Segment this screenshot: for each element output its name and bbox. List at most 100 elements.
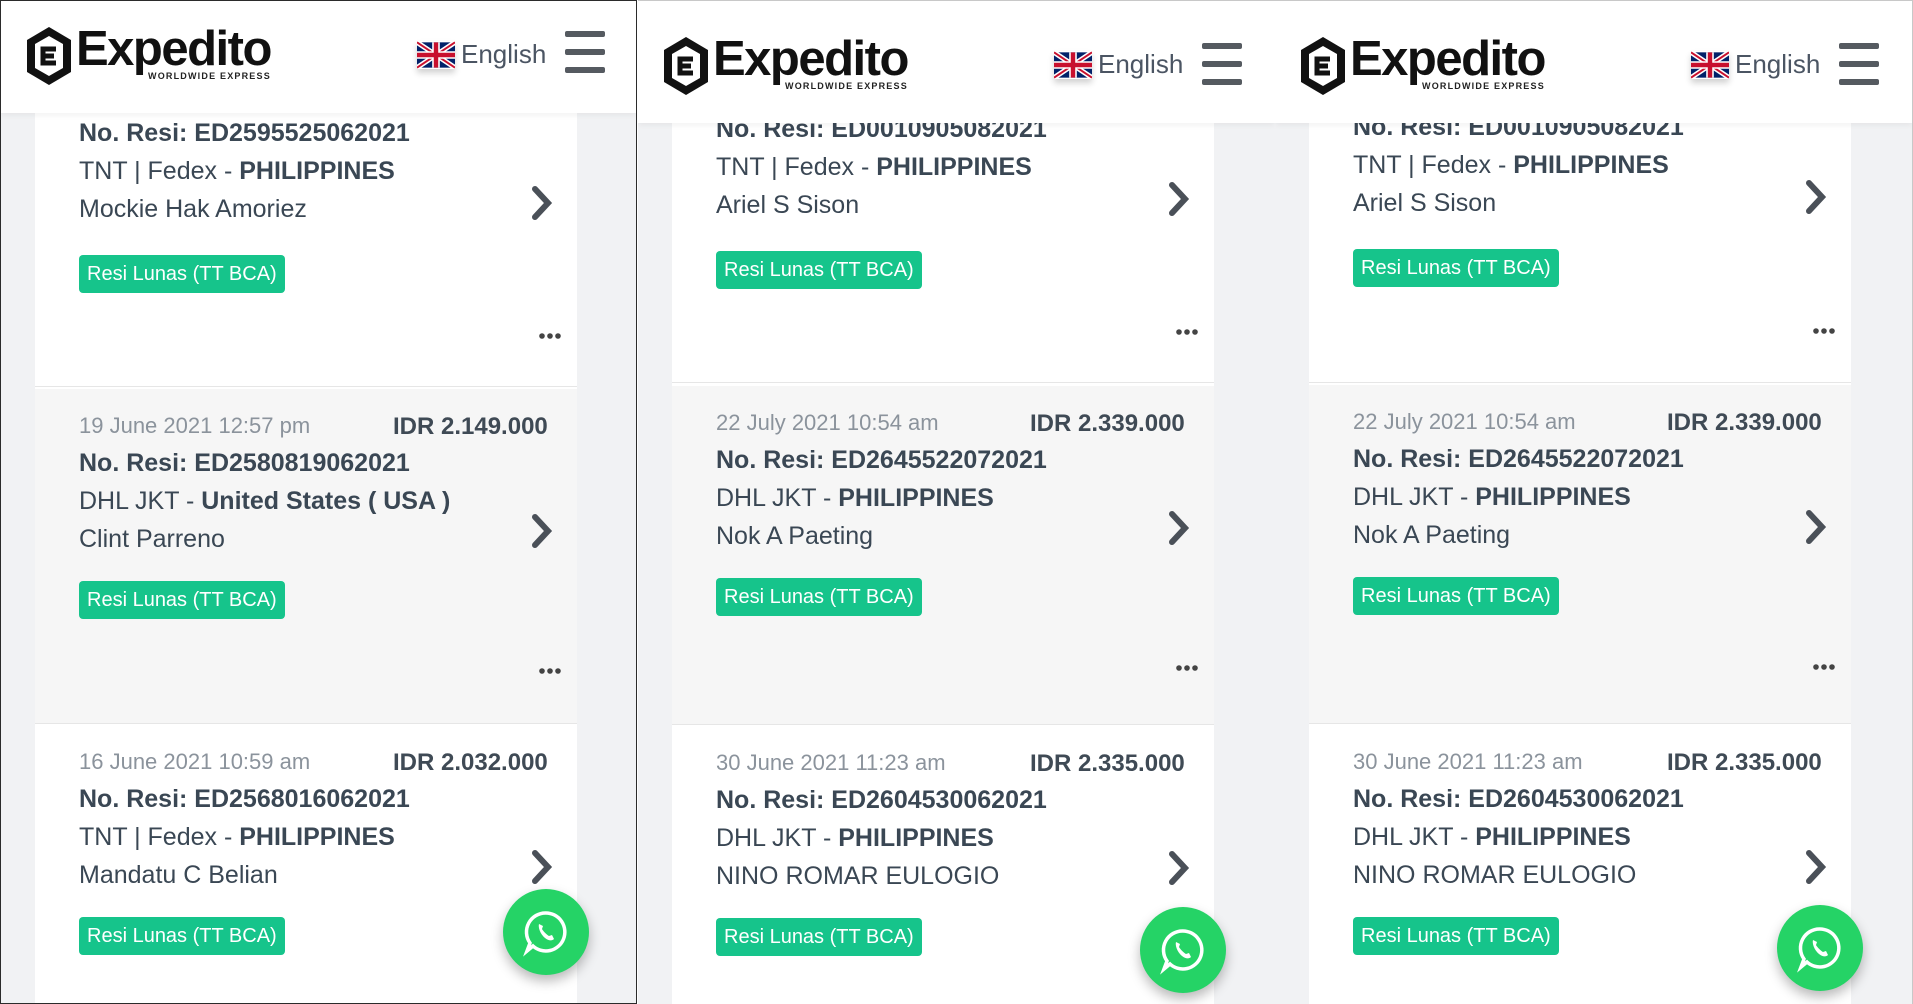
payment-status-badge: Resi Lunas (TT BCA) xyxy=(716,578,922,616)
more-options-icon[interactable] xyxy=(1813,327,1835,335)
resi-number: No. Resi: ED2645522072021 xyxy=(716,446,1047,474)
courier-name: TNT | Fedex - xyxy=(1353,151,1514,179)
language-label: English xyxy=(1735,49,1821,79)
expedito-logo-icon xyxy=(27,27,71,85)
resi-number: No. Resi: ED2645522072021 xyxy=(1353,445,1684,473)
more-options-icon[interactable] xyxy=(1176,328,1198,336)
shipment-route: DHL JKT - United States ( USA ) xyxy=(79,487,450,516)
brand-name: Expedito xyxy=(713,32,909,86)
destination-country: PHILIPPINES xyxy=(1513,151,1669,179)
shipment-card[interactable]: 19 June 2021 12:57 pm IDR 2.149.000 No. … xyxy=(35,389,577,724)
screenshot-panel-3: Expedito WORLDWIDE EXPRESS English No. R… xyxy=(1275,0,1913,1004)
chevron-right-icon[interactable] xyxy=(1168,850,1190,886)
destination-country: PHILIPPINES xyxy=(239,157,395,185)
shipment-route: TNT | Fedex - PHILIPPINES xyxy=(1353,151,1669,180)
recipient-name: NINO ROMAR EULOGIO xyxy=(716,862,1000,890)
chevron-right-icon[interactable] xyxy=(1805,509,1827,545)
hamburger-menu-icon[interactable] xyxy=(1202,43,1242,85)
shipment-route: TNT | Fedex - PHILIPPINES xyxy=(716,153,1032,182)
payment-status-badge: Resi Lunas (TT BCA) xyxy=(79,917,285,955)
shipment-card[interactable]: No. Resi: ED0010905082021 TNT | Fedex - … xyxy=(672,85,1214,383)
courier-name: TNT | Fedex - xyxy=(79,157,240,185)
payment-status-badge: Resi Lunas (TT BCA) xyxy=(1353,577,1559,615)
shipment-card[interactable]: 22 July 2021 10:54 am IDR 2.339.000 No. … xyxy=(1309,385,1851,724)
courier-name: DHL JKT - xyxy=(1353,823,1476,851)
courier-name: TNT | Fedex - xyxy=(79,823,240,851)
resi-number: No. Resi: ED2604530062021 xyxy=(716,786,1047,814)
brand-logo[interactable]: Expedito WORLDWIDE EXPRESS xyxy=(662,32,909,97)
shipment-route: DHL JKT - PHILIPPINES xyxy=(1353,823,1631,852)
recipient-name: Clint Parreno xyxy=(79,525,225,553)
recipient-name: Mockie Hak Amoriez xyxy=(79,195,307,223)
uk-flag-icon xyxy=(417,40,455,69)
whatsapp-chat-button[interactable] xyxy=(503,889,589,975)
language-label: English xyxy=(461,39,547,69)
hamburger-menu-icon[interactable] xyxy=(1839,43,1879,85)
resi-number: No. Resi: ED2595525062021 xyxy=(79,119,410,147)
expedito-logo-icon xyxy=(1301,37,1345,95)
chevron-right-icon[interactable] xyxy=(531,185,553,221)
destination-country: PHILIPPINES xyxy=(239,823,395,851)
shipment-date: 16 June 2021 10:59 am xyxy=(79,749,311,774)
shipment-card[interactable]: 22 July 2021 10:54 am IDR 2.339.000 No. … xyxy=(672,386,1214,725)
payment-status-badge: Resi Lunas (TT BCA) xyxy=(1353,249,1559,287)
chevron-right-icon[interactable] xyxy=(1168,181,1190,217)
whatsapp-chat-button[interactable] xyxy=(1777,905,1863,991)
shipment-route: DHL JKT - PHILIPPINES xyxy=(716,484,994,513)
expedito-logo-icon xyxy=(664,37,708,95)
whatsapp-icon xyxy=(1160,929,1204,975)
shipment-date: 22 July 2021 10:54 am xyxy=(716,410,939,435)
shipment-list: No. Resi: ED0010905082021 TNT | Fedex - … xyxy=(1309,1,1851,1004)
more-options-icon[interactable] xyxy=(1813,663,1835,671)
destination-country: PHILIPPINES xyxy=(876,153,1032,181)
shipment-amount: IDR 2.335.000 xyxy=(1030,750,1185,777)
uk-flag-icon xyxy=(1691,50,1729,79)
chevron-right-icon[interactable] xyxy=(531,513,553,549)
shipment-amount: IDR 2.339.000 xyxy=(1030,410,1185,437)
courier-name: TNT | Fedex - xyxy=(716,153,877,181)
more-options-icon[interactable] xyxy=(539,667,561,675)
whatsapp-icon xyxy=(1797,927,1841,973)
language-selector[interactable]: English xyxy=(1054,49,1183,80)
brand-logo[interactable]: Expedito WORLDWIDE EXPRESS xyxy=(25,22,272,87)
payment-status-badge: Resi Lunas (TT BCA) xyxy=(1353,917,1559,955)
courier-name: DHL JKT - xyxy=(79,487,202,515)
resi-number: No. Resi: ED2604530062021 xyxy=(1353,785,1684,813)
shipment-amount: IDR 2.335.000 xyxy=(1667,749,1822,776)
whatsapp-icon xyxy=(523,911,567,957)
brand-logo[interactable]: Expedito WORLDWIDE EXPRESS xyxy=(1299,32,1546,97)
app-header: Expedito WORLDWIDE EXPRESS English xyxy=(1275,1,1912,123)
language-selector[interactable]: English xyxy=(1691,49,1820,80)
destination-country: PHILIPPINES xyxy=(838,484,994,512)
courier-name: DHL JKT - xyxy=(716,484,839,512)
language-selector[interactable]: English xyxy=(417,39,546,70)
chevron-right-icon[interactable] xyxy=(1805,849,1827,885)
shipment-card[interactable]: 16 June 2021 10:59 am IDR 2.032.000 No. … xyxy=(35,725,577,1003)
shipment-route: DHL JKT - PHILIPPINES xyxy=(716,824,994,853)
app-header: Expedito WORLDWIDE EXPRESS English xyxy=(638,1,1275,123)
shipment-route: TNT | Fedex - PHILIPPINES xyxy=(79,823,395,852)
chevron-right-icon[interactable] xyxy=(1168,510,1190,546)
whatsapp-chat-button[interactable] xyxy=(1140,907,1226,993)
payment-status-badge: Resi Lunas (TT BCA) xyxy=(79,581,285,619)
resi-number: No. Resi: ED2568016062021 xyxy=(79,785,410,813)
payment-status-badge: Resi Lunas (TT BCA) xyxy=(716,251,922,289)
hamburger-menu-icon[interactable] xyxy=(565,31,605,73)
shipment-card[interactable]: 30 June 2021 11:23 am IDR 2.335.000 No. … xyxy=(672,726,1214,1004)
shipment-date: 19 June 2021 12:57 pm xyxy=(79,413,311,438)
brand-name: Expedito xyxy=(76,22,272,76)
shipment-card[interactable]: 30 June 2021 11:23 am IDR 2.335.000 No. … xyxy=(1309,725,1851,1004)
shipment-amount: IDR 2.032.000 xyxy=(393,749,548,776)
shipment-card[interactable]: No. Resi: ED2595525062021 TNT | Fedex - … xyxy=(35,89,577,387)
more-options-icon[interactable] xyxy=(1176,664,1198,672)
shipment-amount: IDR 2.339.000 xyxy=(1667,409,1822,436)
shipment-card[interactable]: No. Resi: ED0010905082021 TNT | Fedex - … xyxy=(1309,85,1851,383)
chevron-right-icon[interactable] xyxy=(531,849,553,885)
more-options-icon[interactable] xyxy=(539,332,561,340)
brand-name: Expedito xyxy=(1350,32,1546,86)
destination-country: PHILIPPINES xyxy=(838,824,994,852)
chevron-right-icon[interactable] xyxy=(1805,179,1827,215)
resi-number: No. Resi: ED2580819062021 xyxy=(79,449,410,477)
shipment-list: No. Resi: ED0010905082021 TNT | Fedex - … xyxy=(672,1,1214,1004)
recipient-name: Nok A Paeting xyxy=(716,522,874,550)
